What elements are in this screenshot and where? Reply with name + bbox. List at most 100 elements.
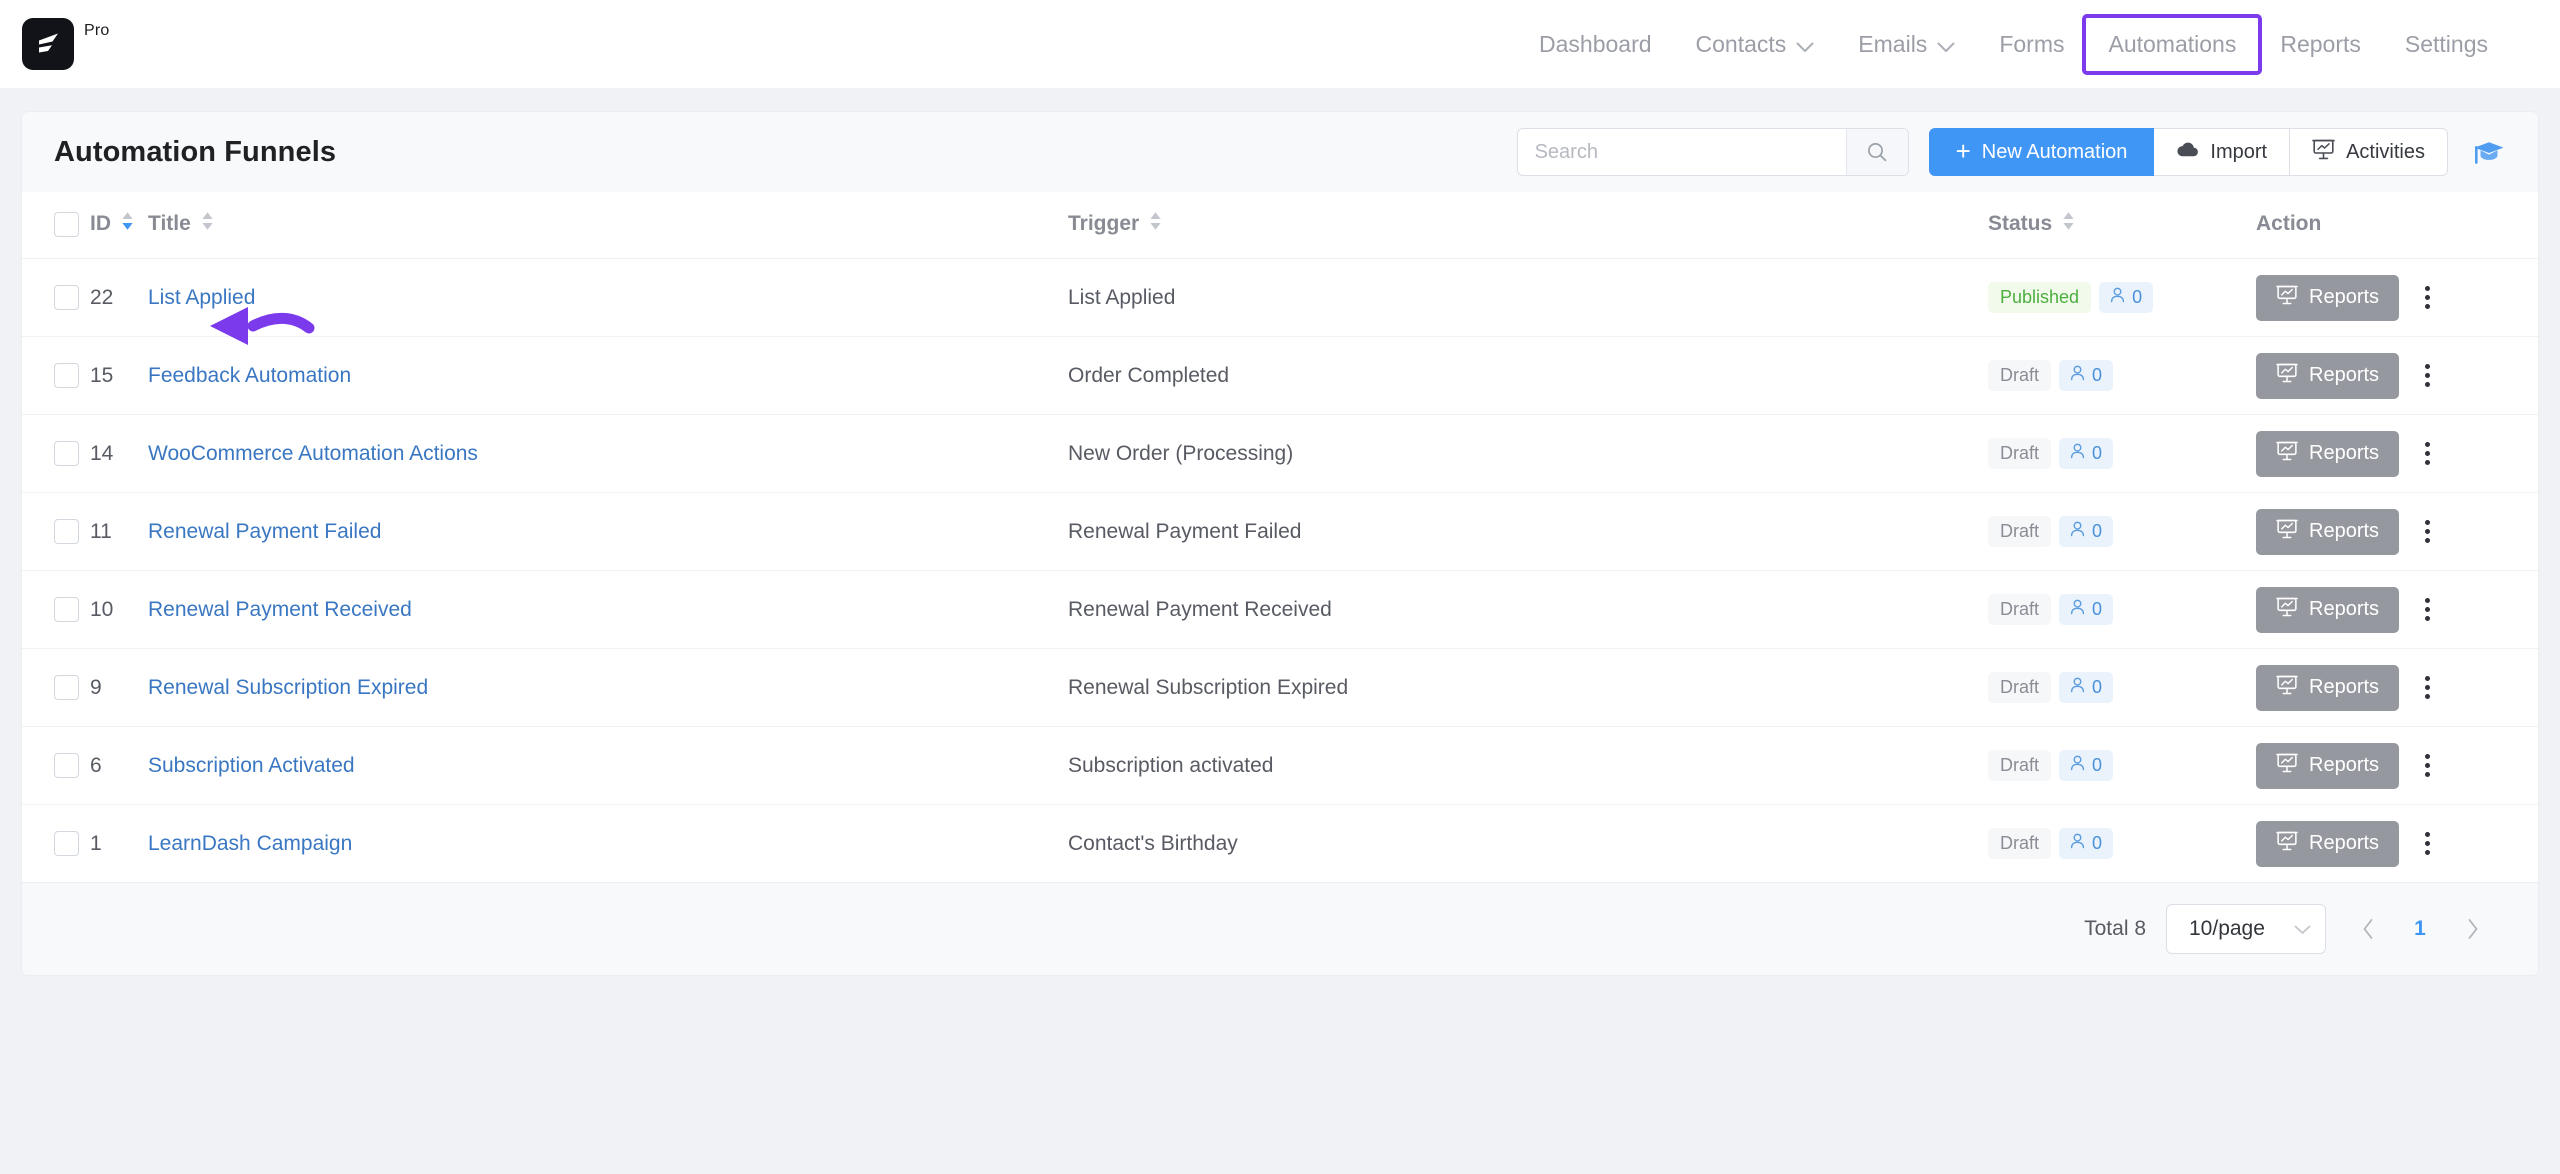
row-more-menu-icon[interactable] bbox=[2417, 514, 2438, 549]
row-reports-button[interactable]: Reports bbox=[2256, 352, 2400, 399]
nav-reports[interactable]: Reports bbox=[2258, 20, 2383, 69]
row-checkbox[interactable] bbox=[54, 831, 79, 856]
row-checkbox[interactable] bbox=[54, 597, 79, 622]
nav-contacts[interactable]: Contacts bbox=[1674, 19, 1837, 70]
row-title-link[interactable]: Renewal Payment Failed bbox=[148, 520, 381, 544]
status-badge: Draft bbox=[1988, 593, 2052, 626]
row-trigger: Renewal Subscription Expired bbox=[1068, 675, 1349, 699]
contact-count: 0 bbox=[2092, 676, 2103, 697]
row-action-cell: Reports bbox=[2256, 492, 2538, 571]
automations-table: ID Title Trigger Status Action 22 List A… bbox=[22, 192, 2538, 883]
person-icon bbox=[2070, 676, 2085, 699]
contact-count-badge: 0 bbox=[2059, 359, 2114, 392]
person-icon bbox=[2070, 754, 2085, 777]
row-status-cell: Draft 0 bbox=[1988, 414, 2256, 493]
th-status[interactable]: Status bbox=[1988, 192, 2256, 259]
graduation-cap-icon[interactable] bbox=[2468, 134, 2510, 170]
select-all-checkbox[interactable] bbox=[54, 211, 79, 237]
row-trigger: Subscription activated bbox=[1068, 753, 1274, 777]
row-id-cell: 9 bbox=[90, 648, 148, 727]
page-1-button[interactable]: 1 bbox=[2398, 907, 2442, 951]
row-more-menu-icon[interactable] bbox=[2417, 358, 2438, 393]
row-action-cell: Reports bbox=[2256, 258, 2538, 337]
nav-emails[interactable]: Emails bbox=[1836, 19, 1977, 70]
nav-dashboard[interactable]: Dashboard bbox=[1517, 20, 1674, 69]
presentation-chart-icon bbox=[2276, 830, 2298, 857]
brand-pro-label: Pro bbox=[84, 22, 110, 39]
row-reports-button[interactable]: Reports bbox=[2256, 664, 2400, 711]
chevron-left-icon[interactable] bbox=[2346, 907, 2390, 951]
import-label: Import bbox=[2210, 140, 2268, 163]
sort-arrows-icon bbox=[2061, 210, 2076, 238]
presentation-chart-icon bbox=[2276, 518, 2298, 545]
row-action-cell: Reports bbox=[2256, 570, 2538, 649]
presentation-chart-icon bbox=[2276, 674, 2298, 701]
table-body: 22 List Applied List Applied Published 0… bbox=[22, 258, 2538, 883]
th-id[interactable]: ID bbox=[90, 192, 148, 259]
row-more-menu-icon[interactable] bbox=[2417, 436, 2438, 471]
row-checkbox[interactable] bbox=[54, 285, 79, 310]
row-more-menu-icon[interactable] bbox=[2417, 826, 2438, 861]
row-more-menu-icon[interactable] bbox=[2417, 670, 2438, 705]
sort-arrows-icon bbox=[120, 210, 135, 238]
contact-count-badge: 0 bbox=[2059, 749, 2114, 782]
import-button[interactable]: Import bbox=[2154, 128, 2291, 176]
row-reports-button[interactable]: Reports bbox=[2256, 586, 2400, 633]
row-status-cell: Draft 0 bbox=[1988, 726, 2256, 805]
presentation-chart-icon bbox=[2276, 596, 2298, 623]
per-page-select[interactable]: 10/page bbox=[2166, 904, 2326, 954]
card-header: Automation Funnels + New Automation bbox=[22, 112, 2538, 192]
th-trigger[interactable]: Trigger bbox=[1068, 192, 1988, 259]
th-action: Action bbox=[2256, 192, 2538, 259]
row-title-link[interactable]: Renewal Payment Received bbox=[148, 598, 412, 622]
row-trigger-cell: Contact's Birthday bbox=[1068, 804, 1988, 883]
nav-settings[interactable]: Settings bbox=[2383, 20, 2510, 69]
nav-forms[interactable]: Forms bbox=[1977, 20, 2086, 69]
row-title-link[interactable]: Subscription Activated bbox=[148, 754, 355, 778]
contact-count: 0 bbox=[2092, 442, 2103, 463]
th-trigger-label: Trigger bbox=[1068, 212, 1140, 235]
row-more-menu-icon[interactable] bbox=[2417, 280, 2438, 315]
row-action-cell: Reports bbox=[2256, 726, 2538, 805]
row-more-menu-icon[interactable] bbox=[2417, 592, 2438, 627]
row-id: 6 bbox=[90, 753, 102, 777]
activities-label: Activities bbox=[2346, 140, 2425, 163]
row-title-link[interactable]: LearnDash Campaign bbox=[148, 832, 352, 856]
search-icon[interactable] bbox=[1845, 129, 1908, 175]
row-title-cell: Feedback Automation bbox=[148, 336, 1068, 415]
row-id: 9 bbox=[90, 675, 102, 699]
activities-button[interactable]: Activities bbox=[2290, 128, 2448, 176]
row-title-link[interactable]: Renewal Subscription Expired bbox=[148, 676, 428, 700]
row-title-link[interactable]: Feedback Automation bbox=[148, 364, 351, 388]
row-reports-button[interactable]: Reports bbox=[2256, 508, 2400, 555]
th-action-label: Action bbox=[2256, 212, 2322, 235]
nav-automations[interactable]: Automations bbox=[2082, 13, 2263, 75]
row-trigger: List Applied bbox=[1068, 285, 1176, 309]
table-header-row: ID Title Trigger Status Action bbox=[22, 192, 2538, 259]
row-reports-button[interactable]: Reports bbox=[2256, 820, 2400, 867]
row-title-link[interactable]: WooCommerce Automation Actions bbox=[148, 442, 478, 466]
new-automation-button[interactable]: + New Automation bbox=[1928, 128, 2155, 176]
search-input[interactable] bbox=[1517, 129, 1846, 175]
table-footer: Total 8 10/page 1 bbox=[22, 883, 2538, 975]
row-checkbox[interactable] bbox=[54, 753, 79, 778]
row-title-link[interactable]: List Applied bbox=[148, 286, 255, 310]
row-checkbox[interactable] bbox=[54, 675, 79, 700]
row-more-menu-icon[interactable] bbox=[2417, 748, 2438, 783]
person-icon bbox=[2070, 520, 2085, 543]
row-select-cell bbox=[22, 570, 90, 649]
row-reports-button[interactable]: Reports bbox=[2256, 430, 2400, 477]
row-trigger-cell: New Order (Processing) bbox=[1068, 414, 1988, 493]
nav-automations-label: Automations bbox=[2108, 30, 2237, 57]
row-reports-button[interactable]: Reports bbox=[2256, 742, 2400, 789]
row-checkbox[interactable] bbox=[54, 363, 79, 388]
table-row: 10 Renewal Payment Received Renewal Paym… bbox=[22, 570, 2538, 649]
row-reports-button[interactable]: Reports bbox=[2256, 274, 2400, 321]
row-checkbox[interactable] bbox=[54, 441, 79, 466]
row-status-cell: Draft 0 bbox=[1988, 804, 2256, 883]
th-title[interactable]: Title bbox=[148, 192, 1068, 259]
status-badge: Draft bbox=[1988, 437, 2052, 470]
row-reports-label: Reports bbox=[2309, 363, 2380, 386]
row-checkbox[interactable] bbox=[54, 519, 79, 544]
chevron-right-icon[interactable] bbox=[2450, 907, 2494, 951]
